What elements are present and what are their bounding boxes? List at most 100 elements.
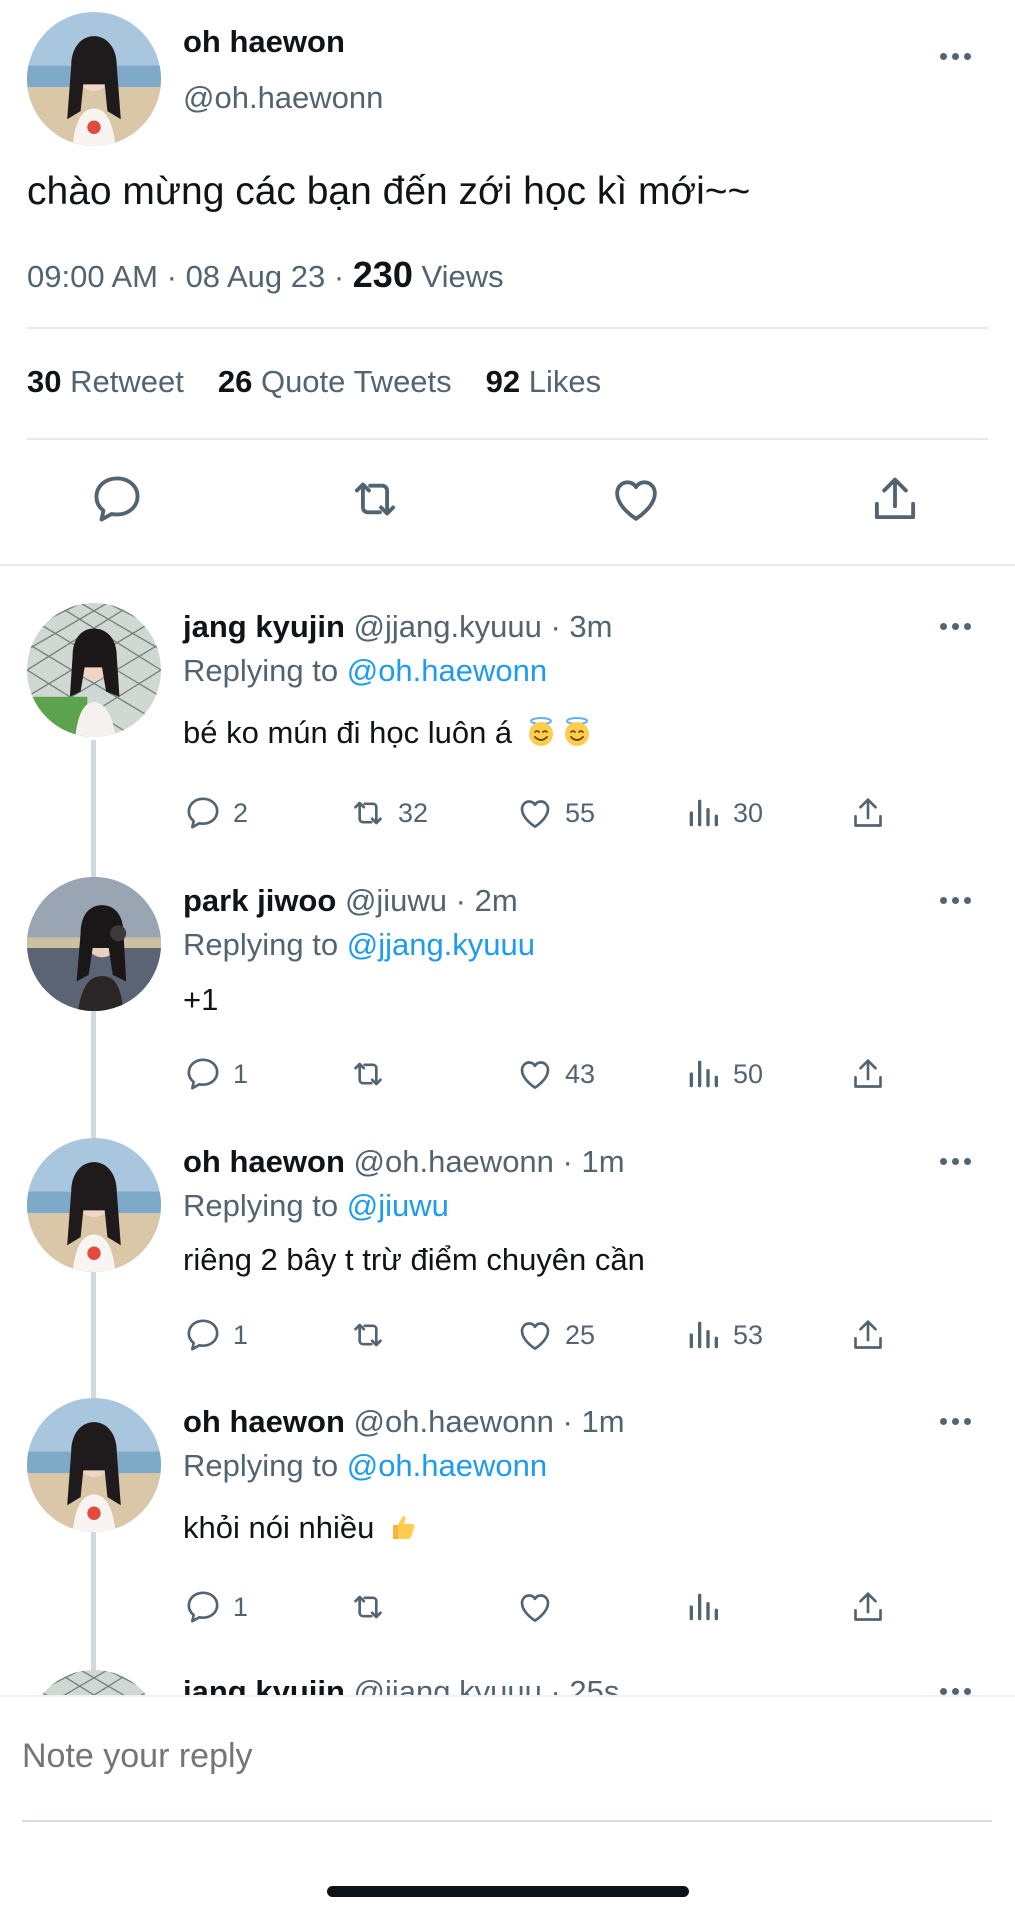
author-handle[interactable]: @oh.haewonn · 1m	[354, 1144, 625, 1179]
replying-to: Replying to @oh.haewonn	[183, 653, 547, 689]
retweet-button[interactable]	[348, 1052, 398, 1096]
reply-header: park jiwoo @jiuwu · 2m	[183, 883, 518, 919]
avatar[interactable]	[27, 877, 161, 1011]
author-name[interactable]: oh haewon	[183, 1144, 345, 1179]
replying-to: Replying to @jjang.kyuuu	[183, 927, 535, 963]
avatar[interactable]	[27, 1138, 161, 1272]
reply-actions: 1 25 53	[183, 1313, 903, 1357]
like-button[interactable]: 43	[515, 1052, 595, 1096]
views-icon	[683, 1587, 723, 1627]
views-icon	[683, 1315, 723, 1355]
author-name[interactable]: jang kyujin	[183, 1674, 345, 1696]
retweet-button[interactable]	[348, 1585, 398, 1629]
replying-link[interactable]: @oh.haewonn	[347, 653, 547, 688]
heart-icon[interactable]	[607, 470, 665, 528]
views-icon	[683, 793, 723, 833]
tweet-text: chào mừng các bạn đến zới học kì mới~~	[27, 170, 751, 213]
share-icon	[848, 1315, 888, 1355]
like-button[interactable]: 55	[515, 791, 595, 835]
section-divider	[0, 564, 1015, 566]
main-tweet-actions	[0, 470, 1015, 532]
quote-tweets-stat[interactable]: 26 Quote Tweets	[218, 364, 452, 400]
author-handle[interactable]: @oh.haewonn · 1m	[354, 1404, 625, 1439]
views-button[interactable]: 30	[683, 791, 763, 835]
reply-icon	[183, 1315, 223, 1355]
retweet-button[interactable]	[348, 1313, 398, 1357]
more-icon[interactable]	[940, 1688, 971, 1695]
reply-text: riêng 2 bây t trừ điểm chuyên cần	[183, 1242, 645, 1277]
engagement-stats: 30 Retweet 26 Quote Tweets 92 Likes	[27, 364, 601, 400]
avatar[interactable]	[27, 12, 161, 146]
share-button[interactable]	[848, 791, 888, 835]
views-count: 230	[352, 254, 413, 295]
reply-icon	[183, 1054, 223, 1094]
reply-button[interactable]: 1	[183, 1313, 248, 1357]
reply-header: oh haewon @oh.haewonn · 1m	[183, 1404, 625, 1440]
reply-tweet-partial[interactable]: jang kyujin @jjang.kyuuu · 25s	[0, 1660, 1015, 1696]
meta-separator: ·	[333, 259, 345, 294]
replying-link[interactable]: @jiuwu	[347, 1188, 449, 1223]
share-icon	[848, 1587, 888, 1627]
reply-actions: 1 43 50	[183, 1052, 903, 1096]
divider	[27, 438, 988, 440]
like-count: 55	[565, 797, 596, 828]
retweets-stat[interactable]: 30 Retweet	[27, 364, 184, 400]
share-button[interactable]	[848, 1313, 888, 1357]
more-icon[interactable]	[940, 897, 971, 904]
reply-icon	[183, 793, 223, 833]
halo-emoji-icon	[525, 716, 557, 748]
avatar[interactable]	[27, 1398, 161, 1532]
meta-separator: ·	[166, 259, 177, 294]
reply-count: 1	[233, 1319, 249, 1350]
replying-link[interactable]: @oh.haewonn	[347, 1448, 547, 1483]
reply-text-content: khỏi nói nhiều	[183, 1510, 375, 1545]
author-handle[interactable]: @jjang.kyuuu · 3m	[354, 609, 613, 644]
share-icon[interactable]	[866, 470, 924, 528]
author-name[interactable]: park jiwoo	[183, 883, 336, 918]
retweet-button[interactable]: 32	[348, 791, 428, 835]
avatar[interactable]	[27, 603, 161, 737]
heart-icon	[515, 1315, 555, 1355]
more-icon[interactable]	[940, 623, 971, 630]
halo-emoji-icon	[561, 716, 593, 748]
retweet-icon	[348, 793, 388, 833]
views-count: 50	[733, 1058, 764, 1089]
reply-icon[interactable]	[88, 470, 146, 528]
like-button[interactable]	[515, 1585, 565, 1629]
home-indicator[interactable]	[327, 1886, 689, 1897]
reply-count: 1	[233, 1591, 249, 1622]
author-handle[interactable]: @oh.haewonn	[183, 80, 383, 116]
reply-count: 2	[233, 797, 249, 828]
more-icon[interactable]	[940, 1158, 971, 1165]
more-icon[interactable]	[940, 1418, 971, 1425]
reply-input[interactable]	[22, 1737, 982, 1776]
like-count: 43	[565, 1058, 596, 1089]
author-name[interactable]: jang kyujin	[183, 609, 345, 644]
reply-button[interactable]: 1	[183, 1585, 248, 1629]
retweet-icon[interactable]	[346, 470, 404, 528]
reply-header: jang kyujin @jjang.kyuuu · 3m	[183, 609, 612, 645]
likes-stat[interactable]: 92 Likes	[486, 364, 601, 400]
thumbs-up-emoji-icon	[387, 1511, 419, 1543]
tweet-time: 09:00 AM	[27, 259, 158, 294]
author-name[interactable]: oh haewon	[183, 1404, 345, 1439]
like-button[interactable]: 25	[515, 1313, 595, 1357]
reply-button[interactable]: 1	[183, 1052, 248, 1096]
avatar[interactable]	[27, 1670, 161, 1696]
author-handle[interactable]: @jiuwu · 2m	[345, 883, 518, 918]
views-button[interactable]: 50	[683, 1052, 763, 1096]
reply-icon	[183, 1587, 223, 1627]
retweet-icon	[348, 1054, 388, 1094]
replying-link[interactable]: @jjang.kyuuu	[347, 927, 535, 962]
author-handle[interactable]: @jjang.kyuuu · 25s	[354, 1674, 620, 1696]
reply-button[interactable]: 2	[183, 791, 248, 835]
views-label[interactable]: Views	[421, 259, 503, 294]
author-name[interactable]: oh haewon	[183, 24, 345, 60]
views-button[interactable]: 53	[683, 1313, 763, 1357]
more-icon[interactable]	[940, 53, 971, 60]
share-button[interactable]	[848, 1585, 888, 1629]
reply-actions: 1	[183, 1585, 903, 1629]
reply-header: jang kyujin @jjang.kyuuu · 25s	[183, 1674, 619, 1696]
views-button[interactable]	[683, 1585, 733, 1629]
share-button[interactable]	[848, 1052, 888, 1096]
